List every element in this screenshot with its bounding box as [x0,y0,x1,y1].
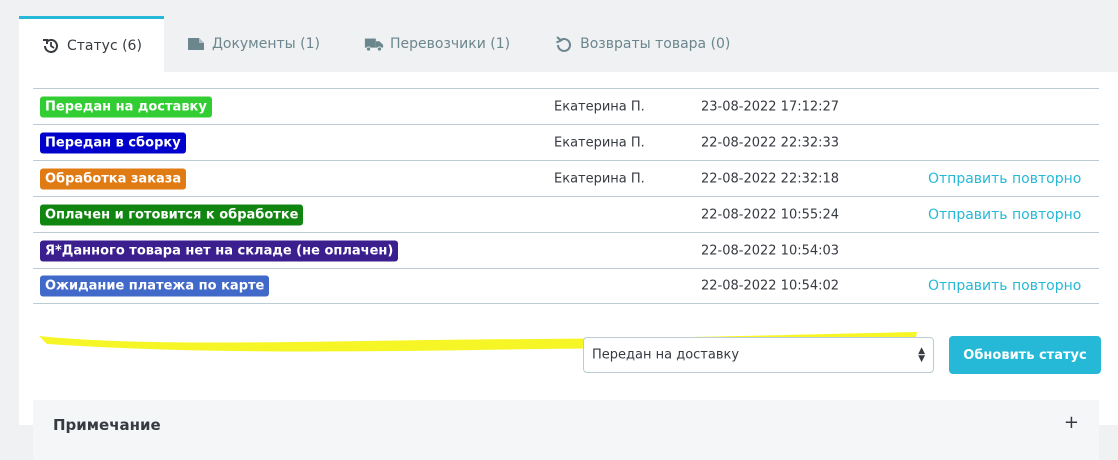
status-history-table: Передан на доставку Екатерина П. 23-08-2… [33,88,1099,304]
status-date: 22-08-2022 10:54:02 [701,278,840,294]
select-arrows-icon: ▲ ▼ [918,346,925,364]
status-select-value: Передан на доставку [592,347,740,363]
table-row: Передан на доставку Екатерина П. 23-08-2… [33,88,1099,124]
status-badge: Я*Данного товара нет на складе (не оплач… [40,240,399,261]
resend-link[interactable]: Отправить повторно [928,171,1081,187]
history-icon [41,36,61,56]
table-row: Ожидание платежа по карте 22-08-2022 10:… [33,268,1099,304]
tab-status[interactable]: Статус (6) [19,16,164,73]
table-row: Я*Данного товара нет на складе (не оплач… [33,232,1099,268]
tab-carriers[interactable]: Перевозчики (1) [342,16,532,72]
status-badge: Ожидание платежа по карте [40,275,270,297]
table-row: Оплачен и готовится к обработке 22-08-20… [33,196,1099,232]
status-select[interactable]: Передан на доставку ▲ ▼ [583,337,934,373]
employee-name: Екатерина П. [554,99,645,114]
status-badge: Обработка заказа [40,168,187,189]
tab-label: Возвраты товара (0) [580,36,731,52]
status-date: 22-08-2022 22:32:33 [701,135,840,150]
employee-name: Екатерина П. [554,171,645,186]
tab-documents[interactable]: Документы (1) [164,16,342,72]
employee-name: Екатерина П. [554,135,645,150]
document-icon [186,34,206,54]
status-date: 22-08-2022 10:54:03 [701,243,840,258]
resend-link[interactable]: Отправить повторно [928,207,1081,223]
tab-label: Перевозчики (1) [390,36,511,52]
status-panel: Передан на доставку Екатерина П. 23-08-2… [19,72,1118,460]
status-badge: Оплачен и готовится к обработке [40,204,304,225]
note-card: Примечание + [33,400,1099,460]
undo-icon [554,34,574,54]
tab-label: Статус (6) [67,38,142,54]
tab-returns[interactable]: Возвраты товара (0) [532,16,752,72]
status-date: 22-08-2022 22:32:18 [701,171,840,186]
note-toggle-icon[interactable]: + [1064,412,1079,433]
table-row: Передан в сборку Екатерина П. 22-08-2022… [33,124,1099,160]
status-badge: Передан на доставку [40,96,212,117]
truck-icon [364,34,384,54]
resend-link[interactable]: Отправить повторно [928,278,1081,294]
tab-bar: Статус (6) Документы (1) Перевозчики (1) [19,16,752,73]
status-date: 22-08-2022 10:55:24 [701,207,840,222]
note-title: Примечание [53,416,161,434]
status-date: 23-08-2022 17:12:27 [701,99,840,114]
status-badge: Передан в сборку [40,132,186,153]
table-row: Обработка заказа Екатерина П. 22-08-2022… [33,160,1099,196]
update-status-button[interactable]: Обновить статус [949,336,1101,374]
tab-label: Документы (1) [211,36,320,52]
